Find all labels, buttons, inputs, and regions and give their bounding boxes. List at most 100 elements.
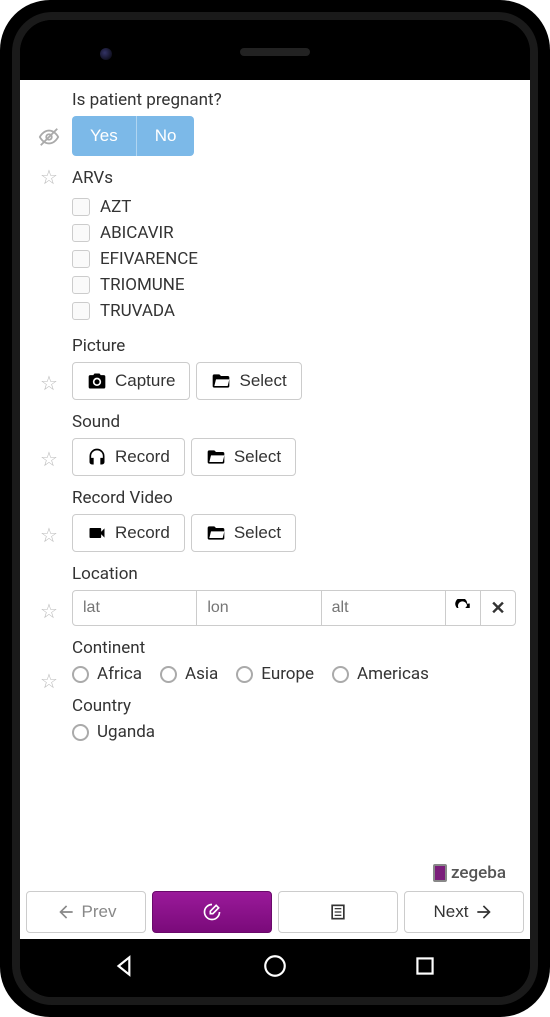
button-label: Select <box>239 371 286 391</box>
edit-icon <box>202 902 222 922</box>
label-picture: Picture <box>30 336 516 356</box>
star-icon[interactable]: ☆ <box>38 166 60 188</box>
record-video-button[interactable]: Record <box>72 514 185 552</box>
select-sound-button[interactable]: Select <box>191 438 296 476</box>
label-arvs: ARVs <box>30 168 516 188</box>
question-country: Country Uganda <box>30 696 516 742</box>
clear-location-button[interactable]: ✕ <box>480 590 516 626</box>
country-option[interactable]: Uganda <box>72 722 516 742</box>
radio[interactable] <box>72 724 89 741</box>
edit-button[interactable] <box>152 891 272 933</box>
button-label: Prev <box>82 902 117 922</box>
radio[interactable] <box>72 666 89 683</box>
arv-option[interactable]: TRUVADA <box>72 298 516 324</box>
form-area: Is patient pregnant? Yes No <box>20 80 530 887</box>
arv-option[interactable]: TRIOMUNE <box>72 272 516 298</box>
brand-text: zegeba <box>451 863 506 883</box>
camera-icon <box>87 371 107 391</box>
continent-option[interactable]: Asia <box>160 664 218 684</box>
question-continent: Continent ☆ Africa Asia Europe Americas <box>30 638 516 684</box>
star-icon[interactable]: ☆ <box>38 600 60 622</box>
arv-label: AZT <box>100 197 131 217</box>
folder-open-icon <box>206 447 226 467</box>
arrow-right-icon <box>474 902 494 922</box>
refresh-icon <box>454 599 472 617</box>
star-icon[interactable]: ☆ <box>38 524 60 546</box>
button-label: Select <box>234 523 281 543</box>
question-sound: Sound ☆ Record Select <box>30 412 516 476</box>
button-label: Next <box>434 902 469 922</box>
radio-label: Asia <box>185 664 218 684</box>
arv-option[interactable]: EFIVARENCE <box>72 246 516 272</box>
button-label: Record <box>115 523 170 543</box>
question-video: Record Video ☆ Record Select <box>30 488 516 552</box>
button-label: Select <box>234 447 281 467</box>
star-icon[interactable]: ☆ <box>38 670 60 692</box>
refresh-location-button[interactable] <box>445 590 481 626</box>
app-content: Is patient pregnant? Yes No <box>20 80 530 939</box>
continent-option[interactable]: Africa <box>72 664 142 684</box>
radio-label: Europe <box>261 664 314 684</box>
toggle-yes[interactable]: Yes <box>72 116 137 156</box>
radio-label: Americas <box>357 664 429 684</box>
phone-speaker <box>240 48 310 56</box>
checkbox[interactable] <box>72 198 90 216</box>
phone-screen: Is patient pregnant? Yes No <box>20 20 530 997</box>
headphones-icon <box>87 447 107 467</box>
lon-input[interactable] <box>196 590 321 626</box>
checkbox[interactable] <box>72 302 90 320</box>
star-icon[interactable]: ☆ <box>38 372 60 394</box>
button-label: Capture <box>115 371 175 391</box>
continent-option[interactable]: Americas <box>332 664 429 684</box>
android-back-button[interactable] <box>112 953 138 983</box>
front-camera <box>100 48 112 60</box>
brand-mark <box>433 864 447 882</box>
arv-option[interactable]: ABICAVIR <box>72 220 516 246</box>
arv-label: TRIOMUNE <box>100 275 185 295</box>
brand-logo: zegeba <box>429 863 510 883</box>
continent-option[interactable]: Europe <box>236 664 314 684</box>
label-location: Location <box>30 564 516 584</box>
select-video-button[interactable]: Select <box>191 514 296 552</box>
android-nav-bar <box>20 939 530 997</box>
folder-open-icon <box>206 523 226 543</box>
phone-bezel: Is patient pregnant? Yes No <box>12 12 538 1005</box>
checkbox[interactable] <box>72 250 90 268</box>
button-label: Record <box>115 447 170 467</box>
question-pregnant: Is patient pregnant? Yes No <box>30 90 516 156</box>
bottom-nav: Prev Next <box>20 887 530 939</box>
label-continent: Continent <box>30 638 516 658</box>
question-arvs: ARVs ☆ AZT ABICAVIR EFIVARENCE TRIOMUNE … <box>30 168 516 324</box>
record-sound-button[interactable]: Record <box>72 438 185 476</box>
radio[interactable] <box>160 666 177 683</box>
video-camera-icon <box>87 523 107 543</box>
toggle-pregnant: Yes No <box>72 116 194 156</box>
select-picture-button[interactable]: Select <box>196 362 301 400</box>
phone-top-bezel <box>20 20 530 80</box>
radio-label: Uganda <box>97 722 155 742</box>
label-country: Country <box>30 696 516 716</box>
lat-input[interactable] <box>72 590 197 626</box>
checkbox[interactable] <box>72 276 90 294</box>
arv-option[interactable]: AZT <box>72 194 516 220</box>
question-picture: Picture ☆ Capture Select <box>30 336 516 400</box>
arv-label: ABICAVIR <box>100 223 174 243</box>
android-home-button[interactable] <box>262 953 288 983</box>
prev-button[interactable]: Prev <box>26 891 146 933</box>
capture-picture-button[interactable]: Capture <box>72 362 190 400</box>
next-button[interactable]: Next <box>404 891 524 933</box>
alt-input[interactable] <box>321 590 446 626</box>
arrow-left-icon <box>56 902 76 922</box>
visibility-icon[interactable] <box>38 126 60 148</box>
radio[interactable] <box>236 666 253 683</box>
android-recents-button[interactable] <box>412 953 438 983</box>
folder-open-icon <box>211 371 231 391</box>
checkbox[interactable] <box>72 224 90 242</box>
star-icon[interactable]: ☆ <box>38 448 60 470</box>
question-location: Location ☆ ✕ <box>30 564 516 626</box>
list-button[interactable] <box>278 891 398 933</box>
radio-label: Africa <box>97 664 142 684</box>
radio[interactable] <box>332 666 349 683</box>
toggle-no[interactable]: No <box>137 116 195 156</box>
arv-label: TRUVADA <box>100 301 175 321</box>
